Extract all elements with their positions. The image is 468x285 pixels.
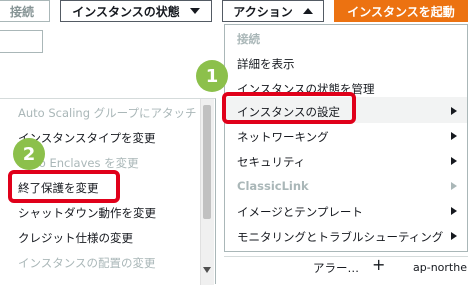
actions-label: アクション bbox=[233, 4, 293, 19]
highlight-instance-settings bbox=[222, 92, 356, 124]
alarm-column-label: アラー… bbox=[313, 261, 359, 275]
instance-state-button[interactable]: インスタンスの状態 bbox=[60, 0, 212, 22]
connect-button-label: 接続 bbox=[9, 4, 34, 19]
menu-item-classiclink: ClassicLink bbox=[237, 179, 309, 193]
menu-item-view-details[interactable]: 詳細を表示 bbox=[237, 56, 295, 72]
caret-up-icon bbox=[302, 8, 313, 14]
launch-instances-button[interactable]: インスタンスを起動 bbox=[334, 0, 468, 22]
menu-item-connect: 接続 bbox=[237, 32, 260, 46]
actions-dropdown-menu: 接続 詳細を表示 インスタンスの状態を管理 インスタンスの設定 ネットワーキング… bbox=[224, 24, 468, 252]
launch-instances-label: インスタンスを起動 bbox=[347, 4, 455, 19]
step-2-badge: 2 bbox=[13, 138, 45, 170]
menu-item-networking[interactable]: ネットワーキング bbox=[237, 129, 329, 145]
chevron-right-icon bbox=[451, 232, 457, 240]
instance-state-label: インスタンスの状態 bbox=[72, 4, 180, 19]
region-column-value: ap-northe bbox=[413, 261, 467, 274]
submenu-item-instance-placement: インスタンスの配置の変更 bbox=[18, 256, 156, 270]
submenu-scrollbar-thumb[interactable] bbox=[203, 105, 211, 219]
add-alarm-icon[interactable]: + bbox=[372, 255, 385, 274]
chevron-right-icon bbox=[451, 207, 457, 215]
table-header-divider bbox=[224, 256, 468, 257]
actions-button[interactable]: アクション bbox=[222, 0, 324, 22]
caret-down-icon bbox=[189, 8, 200, 14]
chevron-right-icon bbox=[451, 157, 457, 165]
menu-item-monitoring-troubleshooting[interactable]: モニタリングとトラブルシューティング bbox=[237, 229, 443, 245]
menu-item-security[interactable]: セキュリティ bbox=[237, 154, 305, 170]
connect-button[interactable]: 接続 bbox=[0, 0, 50, 22]
submenu-item-shutdown-behavior[interactable]: シャットダウン動作を変更 bbox=[18, 205, 156, 221]
chevron-right-icon bbox=[451, 182, 457, 190]
search-input[interactable] bbox=[0, 30, 43, 53]
submenu-item-credit-specification[interactable]: クレジット仕様の変更 bbox=[18, 230, 133, 246]
scroll-down-icon[interactable] bbox=[203, 267, 211, 273]
chevron-right-icon bbox=[451, 132, 457, 140]
highlight-termination-protection bbox=[8, 170, 120, 203]
menu-item-images-templates[interactable]: イメージとテンプレート bbox=[237, 204, 363, 220]
chevron-right-icon bbox=[451, 107, 457, 115]
submenu-item-attach-asg: Auto Scaling グループにアタッチ bbox=[18, 106, 197, 120]
step-1-badge: 1 bbox=[196, 60, 228, 92]
